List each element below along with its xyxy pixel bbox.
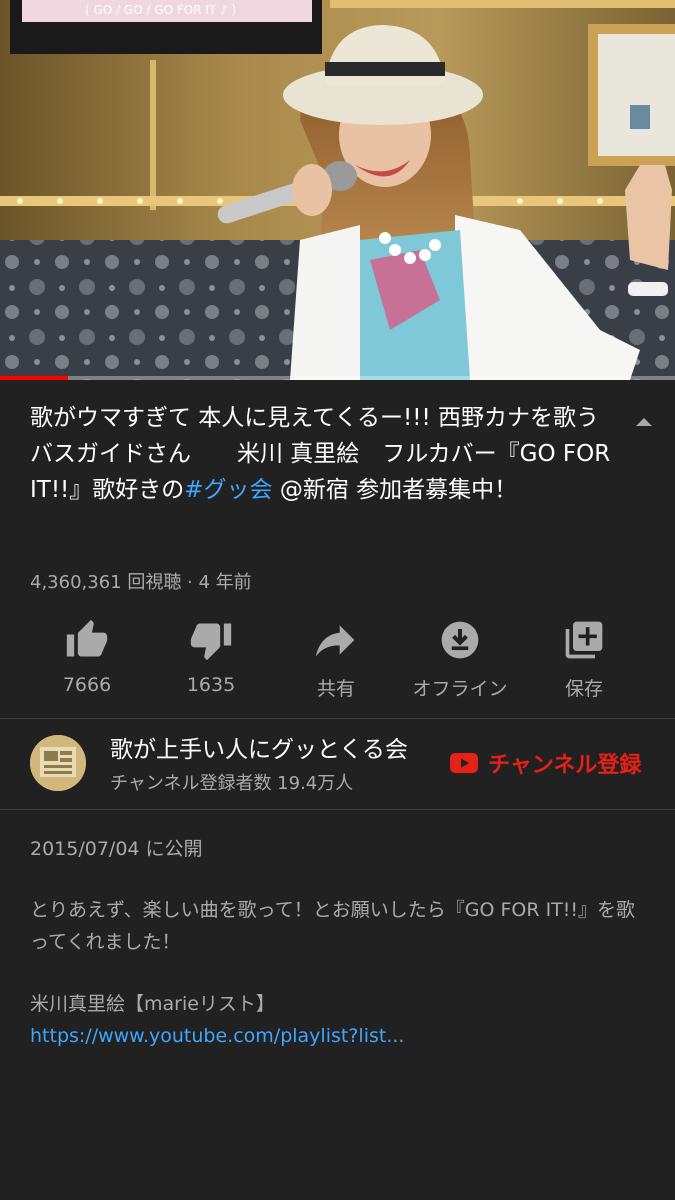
share-button[interactable]: 共有 bbox=[274, 612, 398, 702]
subscribe-label: チャンネル登録 bbox=[488, 753, 642, 778]
save-label: 保存 bbox=[564, 678, 603, 700]
publish-date: 2015/07/04 に公開 bbox=[30, 838, 203, 860]
description-text: とりあえず、楽しい曲を歌って！とお願いしたら『GO FOR IT!!』を歌ってく… bbox=[30, 899, 636, 953]
video-player[interactable]: ( GO / GO / GO FOR IT ♪ ) bbox=[0, 0, 675, 380]
youtube-logo-icon bbox=[450, 753, 478, 773]
action-bar: 7666 1635 共有 オフライン 保存 bbox=[0, 612, 675, 702]
like-button[interactable]: 7666 bbox=[25, 612, 149, 702]
video-title[interactable]: 歌がウマすぎて 本人に見えてくるー!!! 西野カナを歌うバスガイドさん 米川 真… bbox=[30, 400, 620, 508]
subscribe-button[interactable]: チャンネル登録 bbox=[450, 745, 641, 781]
hashtag-link[interactable]: #グッ会 bbox=[184, 477, 272, 503]
tv-screen-text: ( GO / GO / GO FOR IT ♪ ) bbox=[85, 3, 236, 17]
playlist-link[interactable]: https://www.youtube.com/playlist?list... bbox=[30, 1020, 640, 1052]
description-playlist-title: 米川真里絵【marieリスト】 bbox=[30, 993, 275, 1015]
subscriber-count: チャンネル登録者数 19.4万人 bbox=[110, 773, 354, 794]
chevron-up-icon[interactable] bbox=[634, 414, 654, 428]
video-title-text-end: @新宿 参加者募集中！ bbox=[272, 477, 518, 503]
thumb-down-icon bbox=[190, 623, 232, 661]
progress-bar[interactable] bbox=[0, 376, 675, 380]
divider bbox=[0, 809, 675, 810]
video-frame-image: ( GO / GO / GO FOR IT ♪ ) bbox=[0, 0, 675, 380]
thumb-up-icon bbox=[66, 619, 108, 657]
playlist-add-icon bbox=[565, 621, 603, 659]
save-button[interactable]: 保存 bbox=[522, 612, 646, 702]
view-count-and-date: 4,360,361 回視聴 · 4 年前 bbox=[30, 572, 252, 593]
progress-bar-fill bbox=[0, 376, 68, 380]
share-label: 共有 bbox=[316, 678, 355, 700]
channel-name[interactable]: 歌が上手い人にグッとくる会 bbox=[110, 730, 432, 764]
like-count: 7666 bbox=[62, 674, 112, 696]
channel-avatar[interactable] bbox=[30, 735, 86, 791]
youtube-watch-page: ( GO / GO / GO FOR IT ♪ ) 歌がウマすぎて 本人に見えて… bbox=[0, 0, 675, 1200]
channel-avatar-image bbox=[30, 735, 86, 791]
download-icon bbox=[441, 621, 479, 659]
dislike-button[interactable]: 1635 bbox=[149, 612, 273, 702]
divider bbox=[0, 718, 675, 719]
video-description: とりあえず、楽しい曲を歌って！とお願いしたら『GO FOR IT!!』を歌ってく… bbox=[30, 894, 640, 1052]
offline-button[interactable]: オフライン bbox=[398, 612, 522, 702]
dislike-count: 1635 bbox=[186, 674, 236, 696]
share-icon bbox=[315, 625, 355, 657]
offline-label: オフライン bbox=[412, 678, 508, 700]
